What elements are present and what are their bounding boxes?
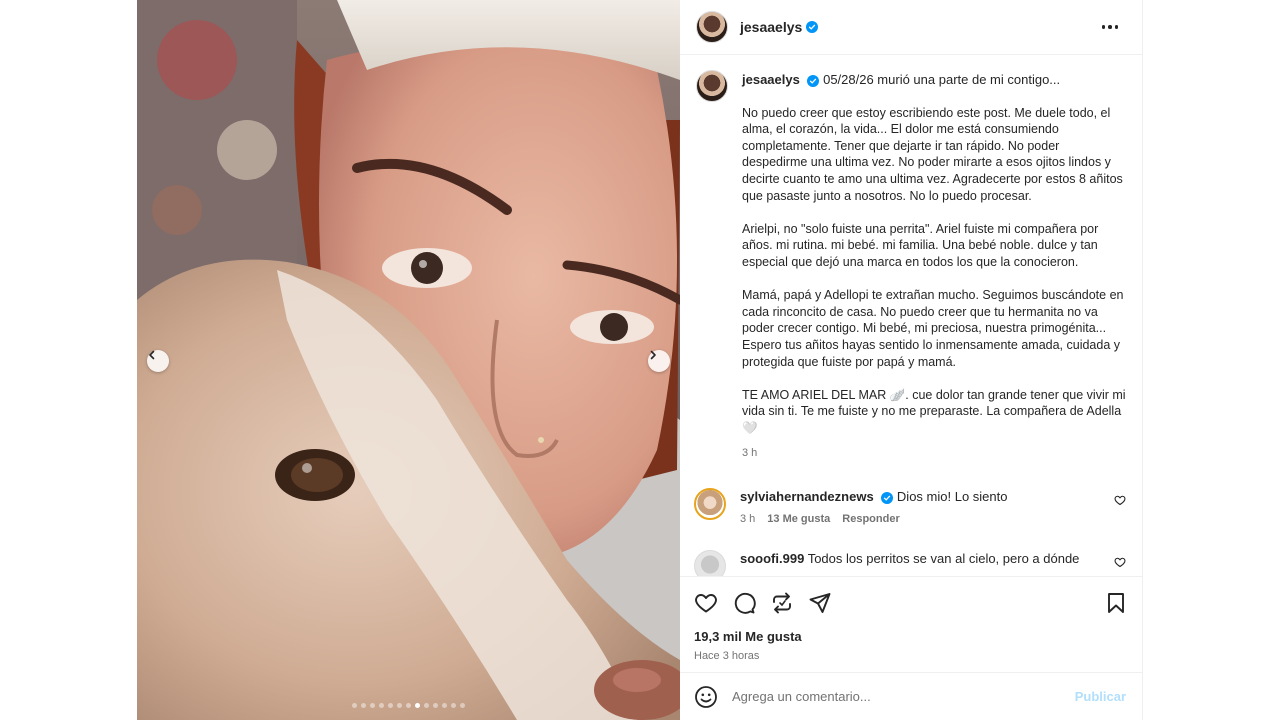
- comment-input[interactable]: [732, 689, 1075, 704]
- carousel-indicator: [137, 703, 680, 708]
- caption: jesaaelys 05/28/26 murió una parte de mi…: [696, 70, 1126, 462]
- comment-item: sooofi.999 Todos los perritos se van al …: [694, 549, 1126, 576]
- chevron-left-icon: [149, 350, 155, 360]
- comments-scroll-area[interactable]: jesaaelys 05/28/26 murió una parte de mi…: [680, 56, 1142, 576]
- caption-text: No puedo creer que estoy escribiendo est…: [742, 105, 1126, 437]
- comment-composer: Publicar: [680, 672, 1142, 720]
- chevron-right-icon: [650, 350, 656, 360]
- carousel-dot: [388, 703, 393, 708]
- comment-text: Todos los perritos se van al cielo, pero…: [807, 550, 1080, 566]
- caption-timestamp[interactable]: 3 h: [742, 445, 1126, 462]
- post-timestamp[interactable]: Hace 3 horas: [694, 650, 1128, 662]
- comment-likes[interactable]: 13 Me gusta: [767, 511, 830, 528]
- share-paper-plane-icon[interactable]: [808, 591, 832, 615]
- publish-button[interactable]: Publicar: [1075, 689, 1126, 704]
- caption-paragraph: No puedo creer que estoy escribiendo est…: [742, 105, 1123, 203]
- caption-paragraph: TE AMO ARIEL DEL MAR 🪽. cue dolor tan gr…: [742, 387, 1126, 435]
- more-dot: [1108, 25, 1112, 29]
- post-side-panel: jesaaelys jesaaelys 05/28/26 murió una p…: [680, 0, 1143, 720]
- caption-paragraph: Mamá, papá y Adellopi te extrañan mucho.…: [742, 288, 1124, 369]
- like-heart-icon[interactable]: [694, 591, 718, 615]
- carousel-dot: [451, 703, 456, 708]
- carousel-dot: [352, 703, 357, 708]
- caption-author-avatar[interactable]: [696, 70, 728, 102]
- carousel-dot: [397, 703, 402, 708]
- save-bookmark-icon[interactable]: [1104, 591, 1128, 615]
- verified-badge-icon: [806, 21, 819, 33]
- comment-item: sylviahernandeznews Dios mio! Lo siento …: [694, 487, 1126, 528]
- more-options-button[interactable]: [1094, 17, 1127, 37]
- post-actions: 19,3 mil Me gusta Hace 3 horas: [680, 576, 1142, 662]
- carousel-dot: [424, 703, 429, 708]
- carousel-dot: [460, 703, 465, 708]
- commenter-avatar[interactable]: [694, 487, 726, 520]
- caption-username[interactable]: jesaaelys: [742, 72, 800, 87]
- carousel-dot: [433, 703, 438, 708]
- author-avatar[interactable]: [696, 11, 728, 43]
- comment-text: Dios mio! Lo siento: [896, 488, 1008, 504]
- carousel-dot: [406, 703, 411, 708]
- verified-badge-icon: [881, 491, 894, 504]
- caption-paragraph: Arielpi, no "solo fuiste una perrita". A…: [742, 221, 1099, 269]
- emoji-icon[interactable]: [694, 685, 718, 709]
- comment-username[interactable]: sylviahernandeznews: [740, 489, 874, 504]
- comment-reply-button[interactable]: Responder: [842, 511, 899, 528]
- comment-bubble-icon[interactable]: [732, 591, 756, 615]
- carousel-next-button[interactable]: [648, 350, 670, 372]
- caption-headline: 05/28/26 murió una parte de mi contigo..…: [823, 72, 1061, 87]
- carousel-dot: [379, 703, 384, 708]
- like-comment-icon[interactable]: [1114, 556, 1126, 568]
- carousel-dot: [415, 703, 420, 708]
- comment-username[interactable]: sooofi.999: [740, 551, 804, 566]
- author-username[interactable]: jesaaelys: [740, 19, 802, 35]
- commenter-avatar[interactable]: [694, 549, 726, 576]
- post-photo[interactable]: [137, 0, 680, 720]
- verified-badge-icon: [807, 75, 820, 87]
- comment-time[interactable]: 3 h: [740, 511, 755, 528]
- repost-icon[interactable]: [770, 591, 794, 615]
- like-comment-icon[interactable]: [1114, 494, 1126, 506]
- post-header: jesaaelys: [680, 0, 1142, 55]
- photo-illustration: [137, 0, 680, 720]
- more-dot: [1101, 25, 1105, 29]
- carousel-prev-button[interactable]: [147, 350, 169, 372]
- carousel-dot: [370, 703, 375, 708]
- more-dot: [1114, 25, 1118, 29]
- carousel-dot: [361, 703, 366, 708]
- likes-count[interactable]: 19,3 mil Me gusta: [694, 629, 1128, 644]
- carousel-dot: [442, 703, 447, 708]
